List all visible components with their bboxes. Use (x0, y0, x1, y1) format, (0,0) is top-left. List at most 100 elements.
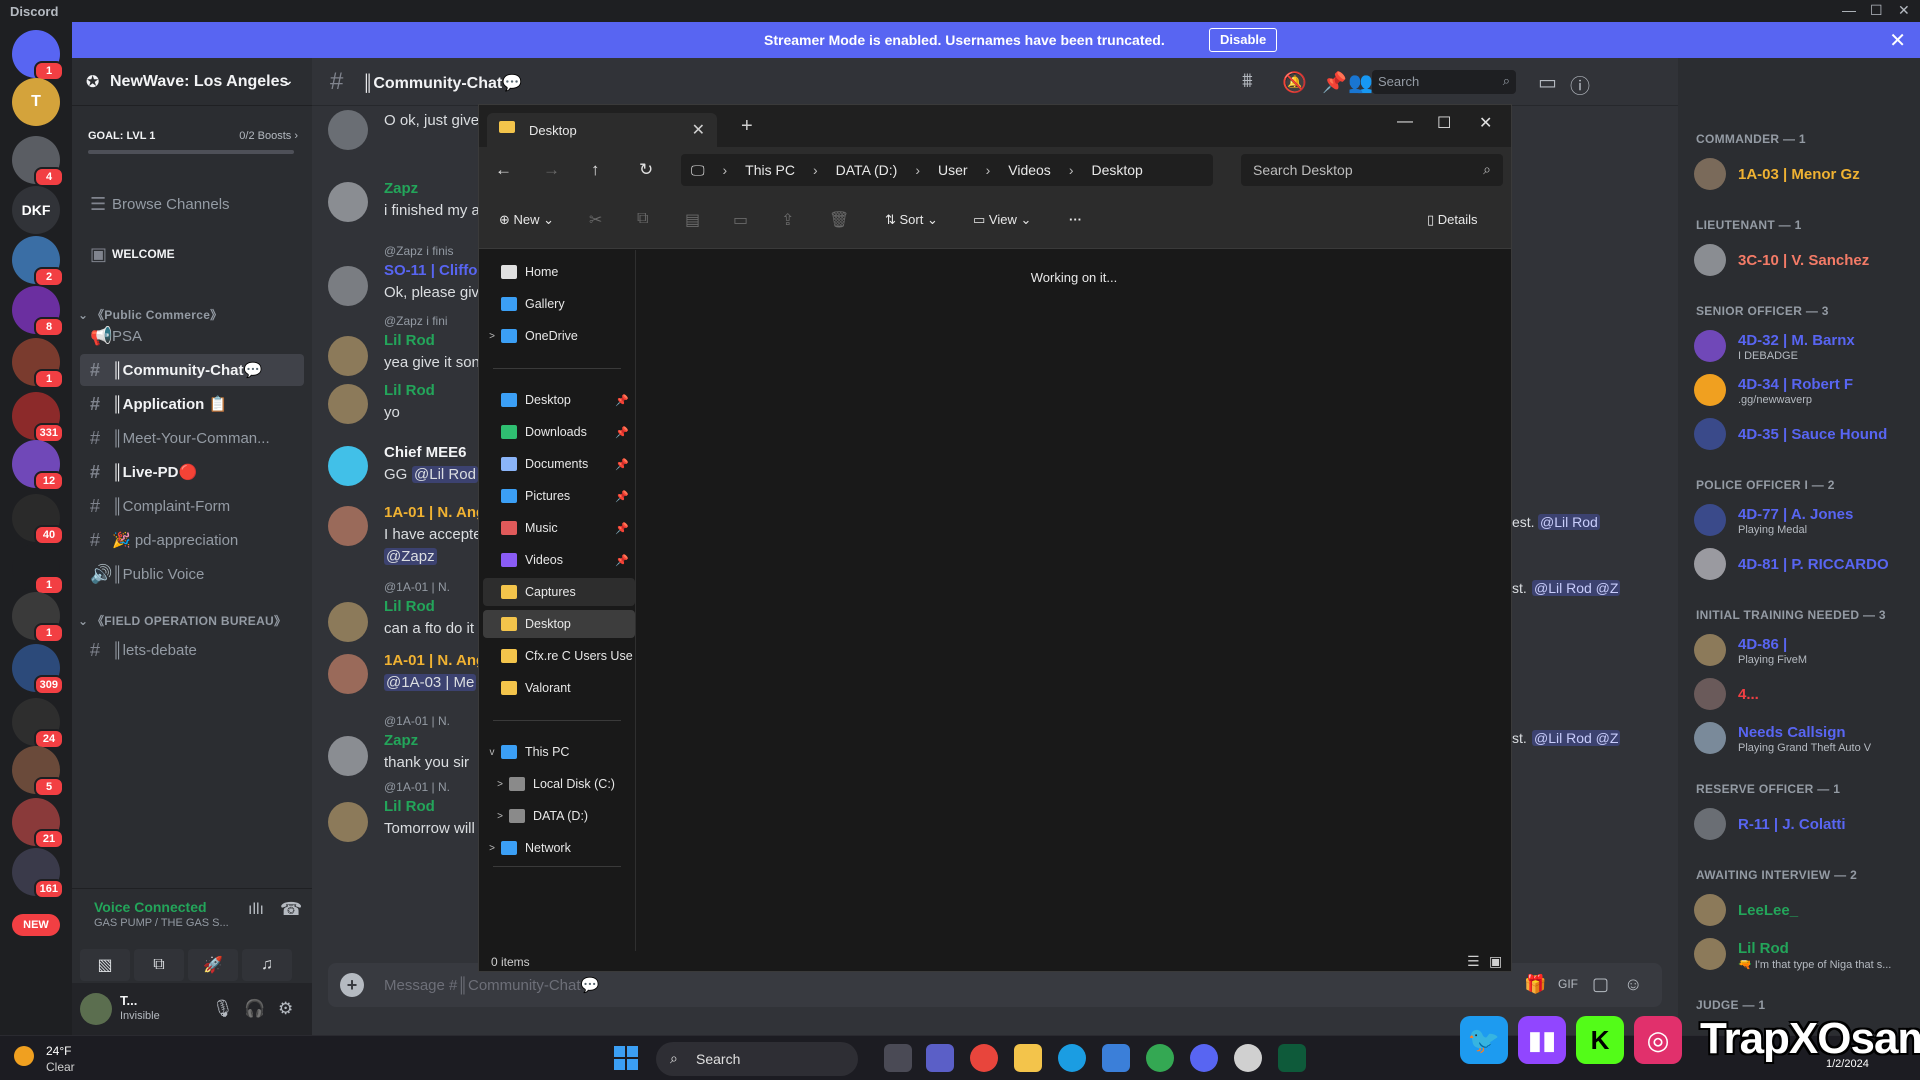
search-desktop-input[interactable]: Search Desktop ⌕ (1241, 154, 1503, 186)
member-item[interactable]: R-11 | J. Colatti (1694, 804, 1914, 846)
reply-preview[interactable]: @Zapz i fini (384, 314, 448, 328)
channel-item[interactable]: 📢 PSA (80, 320, 304, 352)
server-icon[interactable]: 21 (12, 798, 64, 849)
reply-preview[interactable]: @Zapz i finis (384, 244, 454, 258)
avatar[interactable] (1694, 374, 1726, 406)
nav-item[interactable]: > DATA (D:) (483, 802, 635, 830)
avatar[interactable] (1694, 504, 1726, 536)
avatar[interactable] (328, 654, 368, 694)
breadcrumb-item[interactable]: Desktop (1091, 162, 1142, 178)
reply-preview[interactable]: @1A-01 | N. (384, 714, 450, 728)
avatar[interactable] (328, 266, 368, 306)
details-button[interactable]: ▯ Details (1427, 212, 1478, 228)
chevron-icon[interactable]: v (483, 747, 501, 758)
message-author[interactable]: 1A-01 | N. Ang (384, 504, 485, 521)
server-icon[interactable]: 2 (12, 236, 64, 287)
nav-item[interactable]: Downloads 📌 (483, 418, 635, 446)
nav-item[interactable]: Documents 📌 (483, 450, 635, 478)
browse-channels[interactable]: ☰ Browse Channels (80, 188, 304, 220)
avatar[interactable] (328, 446, 368, 486)
notifications-icon[interactable]: 🔕 (1282, 70, 1307, 95)
app-icon[interactable] (1278, 1044, 1306, 1072)
member-item[interactable]: 4D-32 | M. Barnx I DEBADGE (1694, 326, 1914, 368)
members-icon[interactable]: 👥 (1348, 70, 1373, 95)
server-icon[interactable]: T (12, 78, 60, 126)
nav-item[interactable]: > Local Disk (C:) (483, 770, 635, 798)
server-icon[interactable]: 4 (12, 136, 64, 187)
member-item[interactable]: 4D-86 | Playing FiveM (1694, 630, 1914, 672)
activity-icon[interactable]: 🚀 (188, 949, 238, 981)
nav-item[interactable]: Cfx.re C Users Use (483, 642, 635, 670)
screen-share-icon[interactable]: ⧉ (134, 949, 184, 981)
avatar[interactable] (328, 384, 368, 424)
sticker-icon[interactable]: ▢ (1592, 974, 1609, 995)
channel-item[interactable]: 🔊 ║Public Voice (80, 558, 304, 590)
delete-icon[interactable]: 🗑 (829, 210, 849, 230)
avatar[interactable] (1694, 158, 1726, 190)
chrome-icon[interactable] (970, 1044, 998, 1072)
paste-icon[interactable]: ▤ (685, 210, 700, 230)
chevron-icon[interactable]: > (491, 811, 509, 822)
avatar[interactable] (1694, 808, 1726, 840)
avatar[interactable] (328, 336, 368, 376)
member-item[interactable]: Lil Rod 🔫 I'm that type of Niga that s... (1694, 934, 1914, 976)
chevron-icon[interactable]: > (483, 843, 501, 854)
view-button[interactable]: ▭ View ⌄ (973, 212, 1031, 228)
server-icon[interactable]: 1 (12, 544, 64, 595)
refresh-icon[interactable]: ↻ (639, 160, 653, 180)
breadcrumb-item[interactable]: DATA (D:) (836, 162, 898, 178)
boost-goal[interactable]: GOAL: LVL 1 0/2 Boosts › (88, 130, 298, 154)
nav-item[interactable]: Home (483, 258, 635, 286)
server-icon[interactable]: 5 (12, 746, 64, 797)
user-mention[interactable]: @Zapz (384, 548, 437, 565)
reply-preview[interactable]: @1A-01 | N. (384, 780, 450, 794)
message-author[interactable]: SO-11 | Cliffor (384, 262, 483, 279)
user-mention[interactable]: @Lil Rod (1538, 514, 1600, 530)
user-mention[interactable]: @Lil Rod @Z (1532, 730, 1621, 746)
server-icon[interactable]: 12 (12, 440, 64, 491)
nav-item[interactable]: Captures (483, 578, 635, 606)
sort-button[interactable]: ⇅ Sort ⌄ (885, 212, 938, 228)
member-item[interactable]: 4D-77 | A. Jones Playing Medal (1694, 500, 1914, 542)
chrome-2-icon[interactable] (1146, 1044, 1174, 1072)
avatar[interactable] (1694, 722, 1726, 754)
emoji-icon[interactable]: ☺ (1624, 974, 1642, 995)
nav-item[interactable]: Desktop (483, 610, 635, 638)
member-item[interactable]: Needs Callsign Playing Grand Theft Auto V (1694, 718, 1914, 760)
breadcrumb-item[interactable]: This PC (745, 162, 795, 178)
nav-item[interactable]: Pictures 📌 (483, 482, 635, 510)
server-icon[interactable]: 309 (12, 644, 64, 695)
voice-channel[interactable]: GAS PUMP / THE GAS S... (94, 917, 229, 929)
help-icon[interactable]: ⓘ (1570, 70, 1590, 99)
member-item[interactable]: LeeLee_ (1694, 890, 1914, 932)
github-icon[interactable] (1234, 1044, 1262, 1072)
edge-icon[interactable] (1058, 1044, 1086, 1072)
maximize-icon[interactable]: ☐ (1870, 2, 1883, 19)
nav-item[interactable]: v This PC (483, 738, 635, 766)
message-author[interactable]: Lil Rod (384, 798, 435, 815)
user-mention[interactable]: @Lil Rod @Z (1532, 580, 1621, 596)
close-icon[interactable]: ✕ (1898, 2, 1910, 19)
server-icon[interactable]: 161 (12, 848, 64, 899)
taskbar-search[interactable]: ⌕ Search (656, 1042, 858, 1076)
member-item[interactable]: 4... (1694, 674, 1914, 716)
pin-icon[interactable]: 📌 (1322, 70, 1347, 95)
pin-icon[interactable]: 📌 (615, 458, 629, 471)
category-field-operation[interactable]: ⌄ 《FIELD OPERATION BUREAU》 (78, 612, 286, 629)
avatar[interactable] (1694, 548, 1726, 580)
member-item[interactable]: 4D-34 | Robert F .gg/newwaverp (1694, 370, 1914, 412)
avatar[interactable] (328, 736, 368, 776)
message-author[interactable]: Lil Rod (384, 332, 435, 349)
headphones-icon[interactable]: 🎧 (244, 999, 265, 1019)
tiles-view-icon[interactable]: ▣ (1489, 953, 1502, 970)
message-author[interactable]: Zapz (384, 732, 418, 749)
avatar[interactable] (1694, 418, 1726, 450)
message-author[interactable]: Chief MEE6 (384, 444, 467, 461)
server-icon[interactable]: NEW (12, 914, 60, 936)
avatar[interactable] (1694, 330, 1726, 362)
pin-icon[interactable]: 📌 (615, 394, 629, 407)
pin-icon[interactable]: 📌 (615, 554, 629, 567)
start-button[interactable] (614, 1046, 638, 1070)
breadcrumb[interactable]: 🖵 › This PC › DATA (D:) › User › Videos › Desktop (681, 154, 1213, 186)
guild-header[interactable]: ✪ NewWave: Los Angeles ⌄ (72, 58, 312, 106)
